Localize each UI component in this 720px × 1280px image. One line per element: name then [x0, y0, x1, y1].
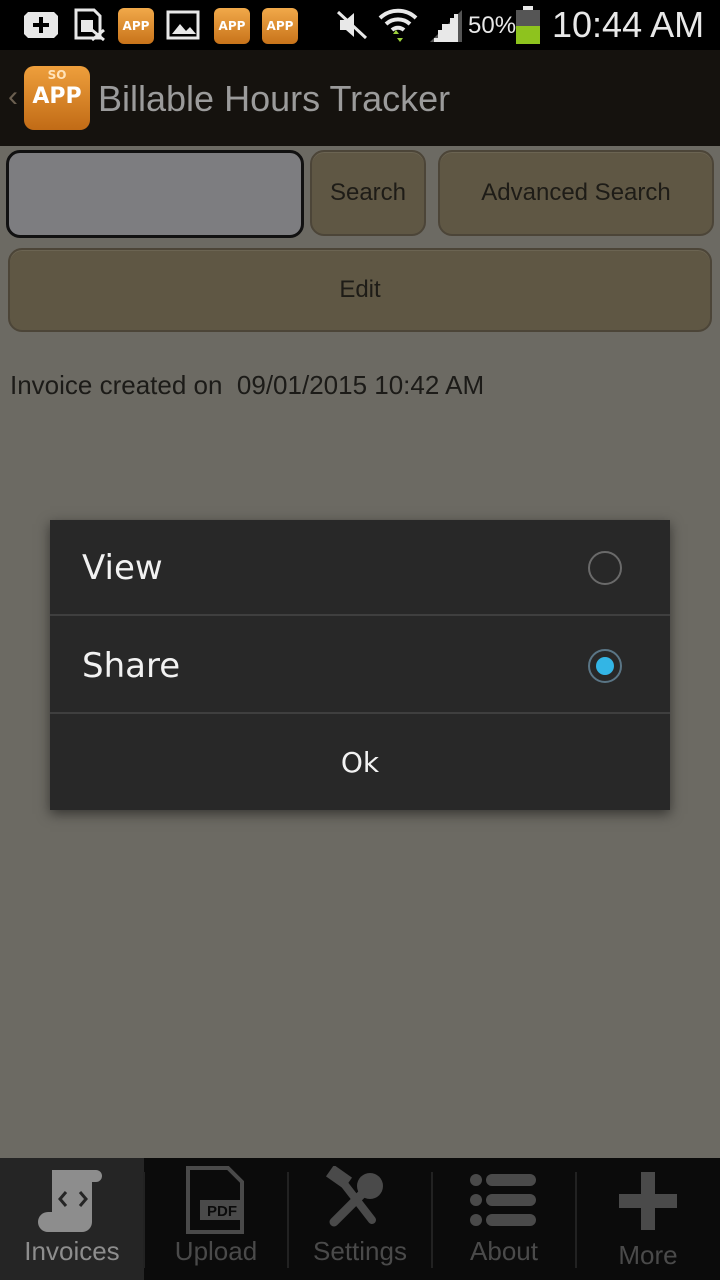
dialog-option-share[interactable]: Share — [50, 618, 670, 714]
app-notification-icon: APP — [214, 8, 250, 44]
option-label: View — [82, 548, 163, 588]
tab-invoices[interactable]: Invoices — [0, 1158, 144, 1280]
action-bar: ‹ SO APP Billable Hours Tracker — [0, 50, 720, 146]
clock: 10:44 AM — [552, 4, 705, 45]
option-label: Share — [82, 646, 181, 686]
battery-percent: 50% — [468, 12, 517, 39]
pdf-icon: PDF — [186, 1166, 244, 1234]
list-icon — [470, 1174, 536, 1226]
edit-button[interactable]: Edit — [8, 248, 712, 332]
wifi-icon — [378, 8, 418, 42]
plus-icon — [619, 1172, 677, 1230]
tab-upload[interactable]: PDF Upload — [144, 1158, 288, 1280]
signal-icon — [430, 10, 462, 42]
radio-button-selected[interactable] — [588, 649, 622, 683]
image-icon — [166, 10, 200, 40]
ok-button[interactable]: Ok — [50, 716, 670, 810]
svg-text:PDF: PDF — [207, 1203, 237, 1220]
app-notification-icon: APP — [118, 8, 154, 44]
search-input[interactable] — [6, 150, 304, 238]
radio-button[interactable] — [588, 551, 622, 585]
tab-more[interactable]: More — [576, 1158, 720, 1280]
bottom-tab-bar: Invoices PDF Upload Settings About More — [0, 1158, 720, 1280]
script-icon — [38, 1170, 102, 1232]
tools-icon — [325, 1166, 383, 1227]
battery-icon — [516, 6, 540, 44]
advanced-search-button[interactable]: Advanced Search — [438, 150, 714, 236]
mute-icon — [336, 10, 368, 40]
app-logo[interactable]: SO APP — [24, 66, 90, 130]
radio-dot — [596, 657, 614, 675]
invoice-created-text: Invoice created on 09/01/2015 10:42 AM — [10, 370, 485, 400]
action-dialog: View Share Ok — [50, 520, 670, 810]
tab-settings[interactable]: Settings — [288, 1158, 432, 1280]
app-notification-icon: APP — [262, 8, 298, 44]
dialog-option-view[interactable]: View — [50, 520, 670, 616]
screen: APP APP APP 50% 10:44 AM ‹ SO APP Billab… — [0, 0, 720, 1280]
app-title: Billable Hours Tracker — [98, 78, 451, 119]
status-bar: APP APP APP 50% 10:44 AM — [0, 0, 720, 50]
add-icon — [24, 12, 58, 38]
sim-off-icon — [74, 8, 105, 42]
back-chevron-icon[interactable]: ‹ — [8, 80, 18, 114]
tab-about[interactable]: About — [432, 1158, 576, 1280]
search-button[interactable]: Search — [310, 150, 426, 236]
